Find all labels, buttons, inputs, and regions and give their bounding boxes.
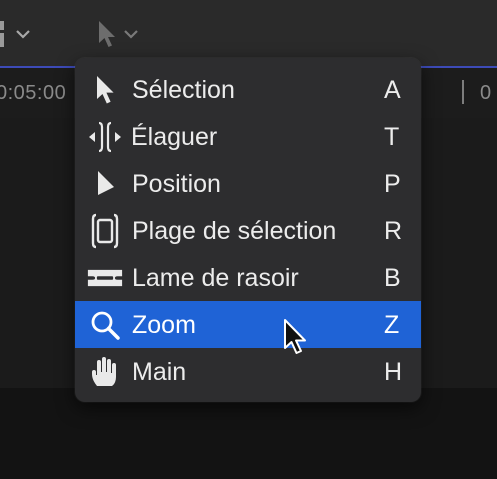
blade-icon	[87, 261, 123, 295]
clip-icon	[0, 21, 4, 47]
menu-item-label: Zoom	[132, 311, 196, 339]
chevron-down-icon	[124, 30, 138, 39]
menu-item-shortcut: H	[384, 358, 403, 386]
tools-menu: Sélection A Élaguer T Position P Plage d…	[75, 58, 421, 402]
menu-item-shortcut: Z	[384, 311, 400, 339]
menu-item-label: Position	[132, 170, 221, 198]
menu-item-trim[interactable]: Élaguer T	[75, 113, 421, 160]
menu-item-hand[interactable]: Main H	[75, 348, 421, 395]
menu-item-selection[interactable]: Sélection A	[75, 66, 421, 113]
menu-item-zoom[interactable]: Zoom Z	[75, 301, 421, 348]
range-selection-icon	[87, 213, 123, 249]
select-arrow-icon	[87, 73, 123, 107]
menu-item-label: Plage de sélection	[132, 217, 337, 245]
menu-item-range-selection[interactable]: Plage de sélection R	[75, 207, 421, 254]
menu-item-blade[interactable]: Lame de rasoir B	[75, 254, 421, 301]
menu-item-shortcut: P	[384, 170, 401, 198]
clip-tool-button[interactable]	[0, 14, 30, 54]
menu-item-label: Élaguer	[131, 123, 218, 151]
menu-item-shortcut: B	[384, 264, 401, 292]
menu-item-shortcut: R	[384, 217, 403, 245]
arrow-icon	[99, 21, 115, 47]
toolbar	[0, 0, 497, 66]
menu-item-label: Sélection	[132, 76, 235, 104]
position-icon	[87, 167, 123, 201]
timecode-left: 0:05:00	[0, 82, 67, 104]
menu-item-label: Main	[132, 358, 187, 386]
zoom-magnifier-icon	[87, 308, 123, 342]
mouse-pointer-icon	[282, 318, 310, 361]
ruler-tick	[462, 80, 464, 104]
menu-item-label: Lame de rasoir	[132, 264, 299, 292]
hand-icon	[87, 355, 123, 389]
timecode-right: 0	[480, 82, 492, 104]
menu-item-position[interactable]: Position P	[75, 160, 421, 207]
trim-icon	[87, 120, 123, 154]
chevron-down-icon	[16, 30, 30, 39]
menu-item-shortcut: T	[384, 123, 400, 151]
tool-menu-button[interactable]	[96, 14, 138, 54]
menu-item-shortcut: A	[384, 76, 401, 104]
